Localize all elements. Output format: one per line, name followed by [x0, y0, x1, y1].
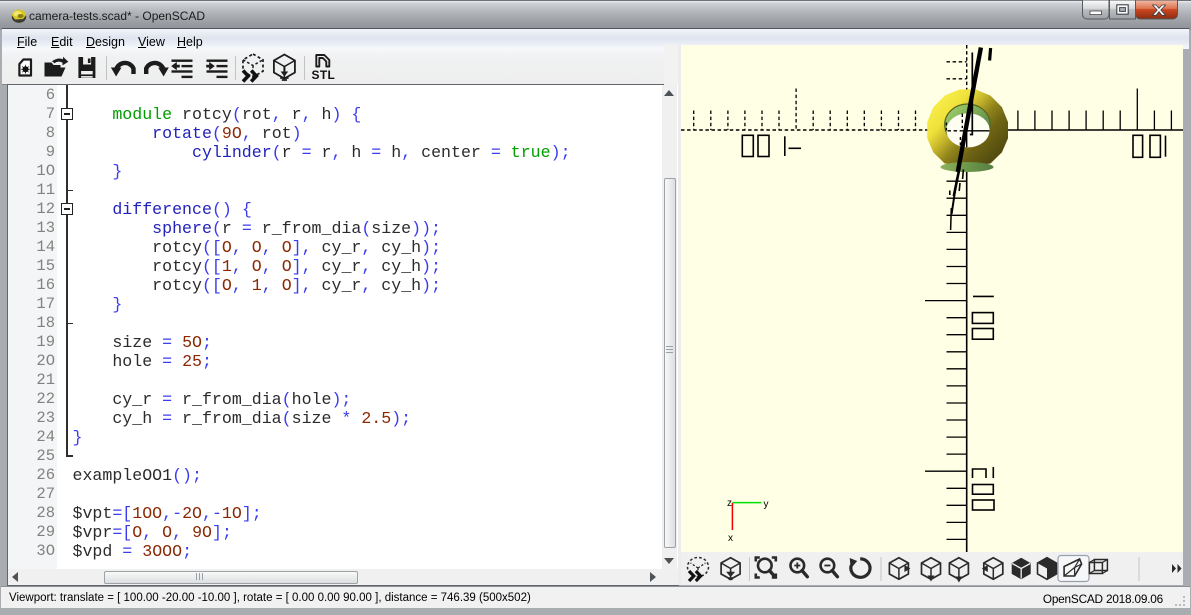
svg-text:z: z: [727, 498, 732, 509]
svg-text:x: x: [728, 533, 733, 544]
svg-text:STL: STL: [312, 68, 336, 82]
svg-text:y: y: [764, 499, 769, 510]
